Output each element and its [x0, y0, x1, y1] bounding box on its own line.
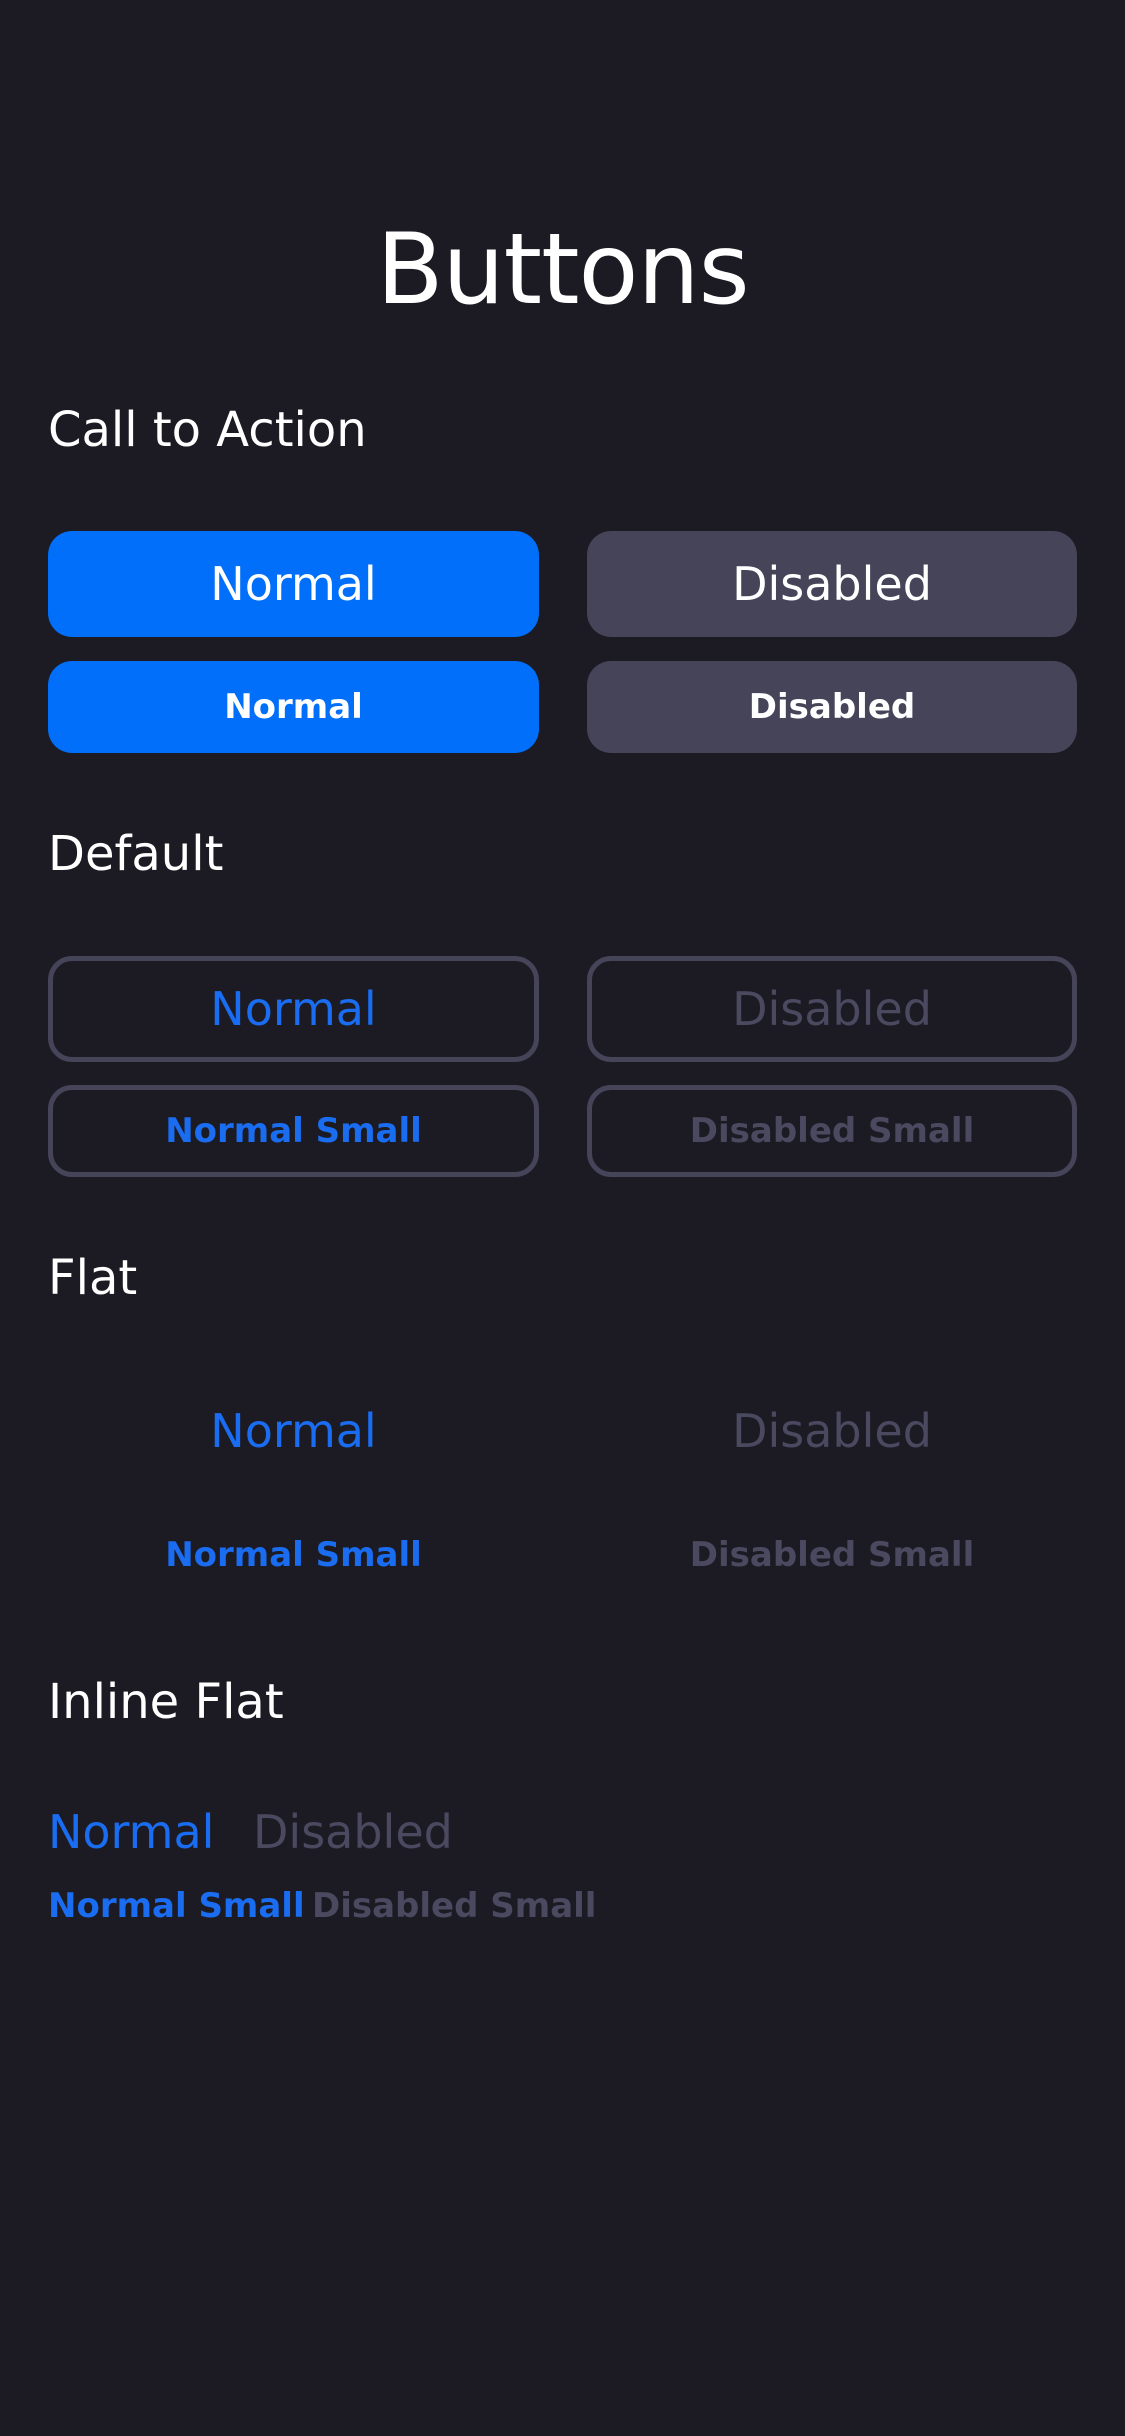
cta-disabled-small-button: Disabled — [587, 661, 1077, 753]
default-disabled-button: Disabled — [587, 956, 1077, 1062]
section-title-flat: Flat — [48, 1250, 138, 1306]
default-disabled-small-button: Disabled Small — [587, 1085, 1077, 1177]
flat-disabled-small-button: Disabled Small — [587, 1509, 1077, 1601]
flat-normal-button-label: Normal — [210, 1404, 377, 1458]
flat-disabled-button: Disabled — [587, 1378, 1077, 1484]
section-title-default: Default — [48, 826, 224, 882]
flat-normal-small-button[interactable]: Normal Small — [48, 1509, 539, 1601]
inline-flat-disabled-button: Disabled — [253, 1805, 453, 1859]
inline-flat-disabled-small-button: Disabled Small — [312, 1886, 597, 1926]
default-disabled-button-label: Disabled — [732, 982, 932, 1036]
default-normal-button-label: Normal — [210, 982, 377, 1036]
page-title: Buttons — [376, 213, 749, 327]
cta-normal-small-button-label: Normal — [224, 687, 363, 727]
cta-disabled-small-button-label: Disabled — [748, 687, 916, 727]
flat-disabled-small-button-label: Disabled Small — [689, 1535, 975, 1575]
cta-normal-small-button[interactable]: Normal — [48, 661, 539, 753]
flat-normal-button[interactable]: Normal — [48, 1378, 539, 1484]
section-title-call-to-action: Call to Action — [48, 402, 367, 458]
default-disabled-small-button-label: Disabled Small — [689, 1111, 975, 1151]
cta-normal-button[interactable]: Normal — [48, 531, 539, 637]
flat-normal-small-button-label: Normal Small — [165, 1535, 422, 1575]
default-normal-button[interactable]: Normal — [48, 956, 539, 1062]
default-normal-small-button[interactable]: Normal Small — [48, 1085, 539, 1177]
flat-disabled-button-label: Disabled — [732, 1404, 932, 1458]
cta-disabled-button-label: Disabled — [732, 557, 932, 611]
inline-flat-normal-button[interactable]: Normal — [48, 1804, 214, 1860]
cta-normal-button-label: Normal — [210, 557, 377, 611]
inline-flat-normal-small-button[interactable]: Normal Small — [48, 1884, 305, 1928]
cta-disabled-button: Disabled — [587, 531, 1077, 637]
default-normal-small-button-label: Normal Small — [165, 1111, 422, 1151]
section-title-inline-flat: Inline Flat — [48, 1674, 284, 1730]
